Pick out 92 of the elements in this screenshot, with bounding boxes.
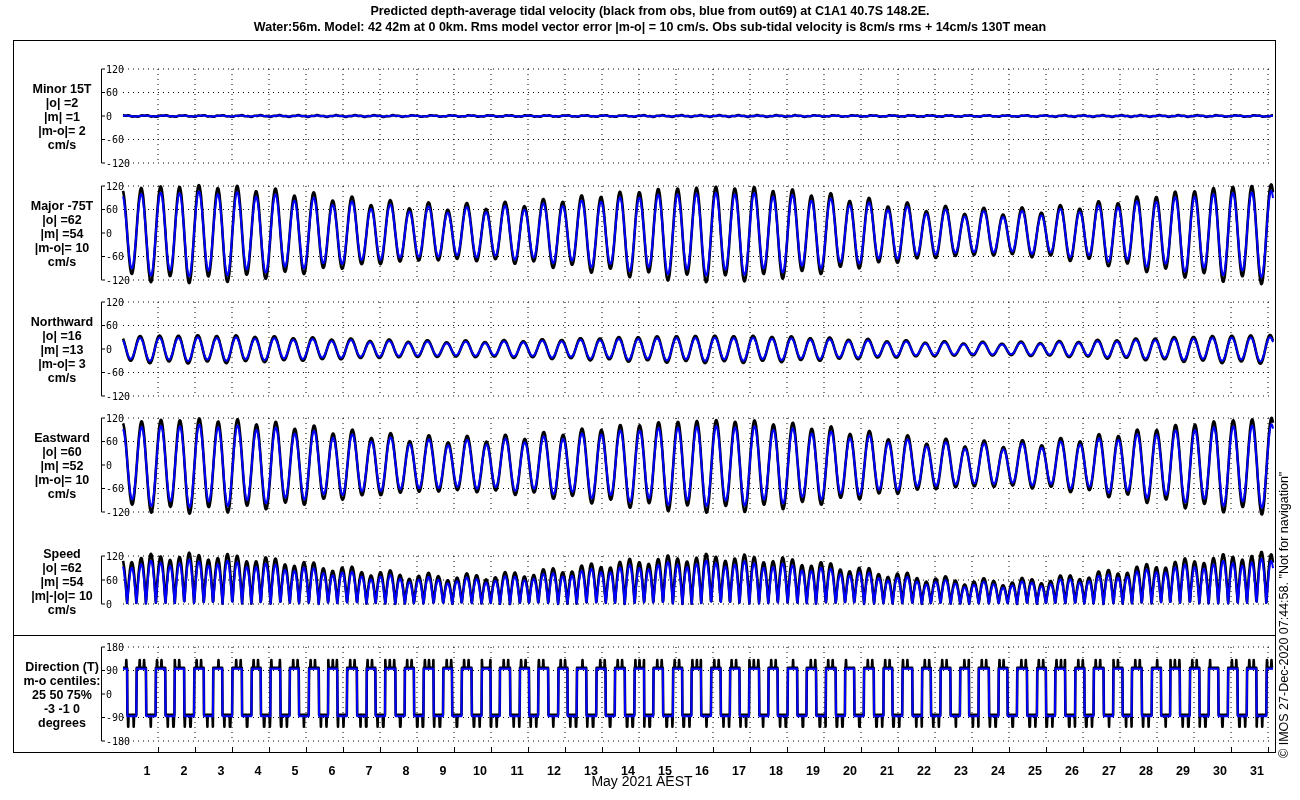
axis-tick-label: 20 (843, 764, 857, 778)
copyright-note: © IMOS 27-Dec-2020 07:44:58. "Not for navigation" (1277, 471, 1291, 758)
panel-label: cm/s (47, 137, 77, 152)
panel-label: Direction (T) (25, 659, 99, 674)
panel-label: cm/s (47, 486, 77, 501)
axis-tick-label: 18 (769, 764, 783, 778)
axis-tick-label: 1 (143, 764, 151, 778)
axis-tick-label: 12 (547, 764, 561, 778)
axis-tick-label: 0 (106, 343, 113, 355)
axis-tick-label: 11 (510, 764, 524, 778)
axis-tick-label: 0 (106, 688, 113, 700)
panel-label: 25 50 75% (32, 687, 92, 702)
axis-tick-label: 60 (106, 204, 119, 215)
axis-tick-label: 6 (328, 764, 336, 778)
axis-tick-label: -120 (106, 157, 131, 169)
panel-label: cm/s (47, 602, 77, 617)
axis-tick-label: 120 (106, 296, 125, 308)
panel-label: Minor 15T (32, 81, 92, 96)
axis-tick-label: -60 (106, 483, 125, 494)
axis-tick-label: 19 (806, 764, 820, 778)
y-axis (101, 555, 106, 605)
panel-label: Northward (30, 314, 94, 329)
axis-tick-label: 22 (917, 764, 931, 778)
panel-label: |m|-|o|= 10 (31, 588, 93, 603)
panel-label: degrees (38, 715, 86, 730)
panel-label: |o| =16 (42, 328, 82, 343)
axis-tick-label: 4 (254, 764, 262, 778)
panel-label: |o| =2 (45, 95, 79, 110)
chart-title: Water:56m. Model: 42 42m at 0 0km. Rms model vector error |m-o| = 10 cm/s. Obs sub-tidal velocity is 8cm/s rms + 14cm/s 130T mean (253, 20, 1047, 34)
axis-tick-label: 27 (1102, 764, 1116, 778)
axis-tick-label: 29 (1176, 764, 1190, 778)
axis-tick-label: -180 (106, 735, 131, 747)
axis-tick-label: 5 (291, 764, 299, 778)
panel-label: Major -75T (30, 198, 94, 213)
axis-tick-label: 7 (365, 764, 373, 778)
panel-label: |m| =54 (40, 574, 84, 589)
axis-tick-label: 8 (402, 764, 410, 778)
axis-tick-label: 0 (106, 227, 113, 239)
panel-label: |m-o|= 10 (34, 240, 90, 255)
panel-label: -3 -1 0 (43, 701, 81, 716)
panel-label: |m| =54 (40, 226, 84, 241)
axis-tick-label: -90 (106, 712, 125, 723)
axis-tick-label: 90 (106, 665, 119, 676)
axis-tick-label: 26 (1065, 764, 1079, 778)
axis-tick-label: 2 (180, 764, 188, 778)
axis-tick-label: 17 (732, 764, 746, 778)
axis-tick-label: 120 (106, 412, 125, 424)
axis-tick-label: -120 (106, 506, 131, 518)
axis-tick-label: 120 (106, 550, 125, 562)
axis-tick-label: 16 (695, 764, 709, 778)
chart-title: Predicted depth-average tidal velocity (black from obs, blue from out69) at C1A1 40.7S 148.2E. (370, 4, 930, 18)
axis-tick-label: 120 (106, 63, 125, 75)
panel-label: Speed (43, 546, 81, 561)
panel-label: |m-o|= 2 (38, 123, 86, 138)
panel-label: cm/s (47, 254, 77, 269)
axis-tick-label: 25 (1028, 764, 1042, 778)
axis-tick-label: 180 (106, 641, 125, 653)
axis-tick-label: 9 (439, 764, 447, 778)
panel-label: |m| =13 (40, 342, 84, 357)
axis-tick-label: 31 (1250, 764, 1264, 778)
panel-label: |m-o|= 10 (34, 472, 90, 487)
axis-tick-label: 120 (106, 180, 125, 192)
panel-label: |o| =62 (42, 212, 82, 227)
panel-label: |m| =1 (44, 109, 80, 124)
axis-tick-label: -60 (106, 134, 125, 145)
axis-tick-label: 23 (954, 764, 968, 778)
axis-tick-label: 0 (106, 459, 113, 471)
axis-tick-label: 60 (106, 436, 119, 447)
axis-tick-label: 60 (106, 320, 119, 331)
panel-label: m-o centiles: (23, 673, 101, 688)
axis-tick-label: 13 (584, 764, 598, 778)
axis-tick-label: -120 (106, 390, 131, 402)
axis-tick-label: 30 (1213, 764, 1227, 778)
axis-tick-label: 24 (991, 764, 1005, 778)
axis-tick-label: 0 (106, 598, 113, 610)
axis-tick-label: 0 (106, 110, 113, 122)
axis-tick-label: 21 (880, 764, 894, 778)
axis-tick-label: 15 (658, 764, 672, 778)
panel-label: cm/s (47, 370, 77, 385)
axis-tick-label: 3 (217, 764, 225, 778)
axis-tick-label: 28 (1139, 764, 1153, 778)
panel-label: |o| =62 (42, 560, 82, 575)
panel-label: |o| =60 (42, 444, 82, 459)
axis-tick-label: -60 (106, 251, 125, 262)
panel-label: Eastward (34, 430, 90, 445)
panel-label: |m-o|= 3 (38, 356, 86, 371)
axis-tick-label: -60 (106, 367, 125, 378)
axis-tick-label: -120 (106, 274, 131, 286)
axis-tick-label: 60 (106, 574, 119, 586)
axis-tick-label: 10 (473, 764, 487, 778)
axis-tick-label: 60 (106, 87, 119, 98)
panel-label: |m| =52 (40, 458, 84, 473)
